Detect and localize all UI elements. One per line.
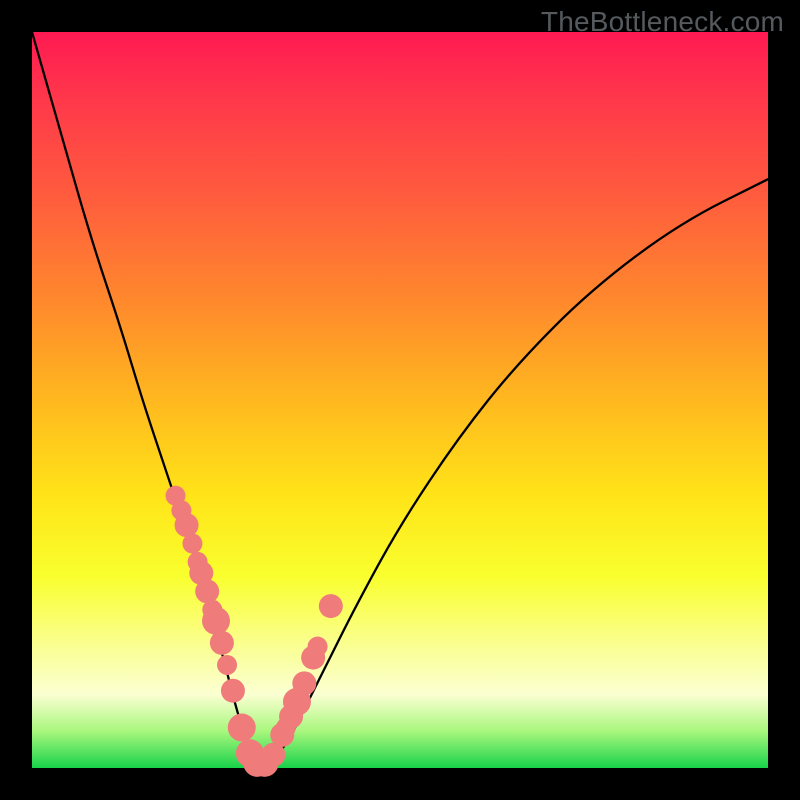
pink-bead — [228, 714, 256, 742]
pink-bead — [175, 513, 199, 537]
plot-area — [32, 32, 768, 768]
pink-bead — [292, 671, 316, 695]
pink-bead-group — [166, 486, 343, 777]
pink-bead — [319, 594, 343, 618]
pink-bead — [202, 607, 230, 635]
pink-bead — [221, 679, 245, 703]
pink-bead — [182, 534, 202, 554]
chart-svg — [32, 32, 768, 768]
v-curve-line — [32, 32, 768, 764]
pink-bead — [217, 655, 237, 675]
pink-bead — [308, 637, 328, 657]
outer-frame: TheBottleneck.com — [0, 0, 800, 800]
pink-bead — [195, 579, 219, 603]
pink-bead — [210, 631, 234, 655]
watermark-text: TheBottleneck.com — [541, 6, 784, 38]
